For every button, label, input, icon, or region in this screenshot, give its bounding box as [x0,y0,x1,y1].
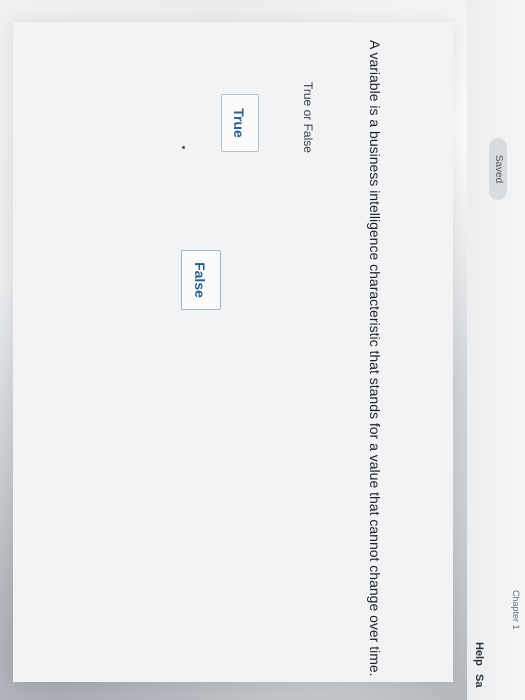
true-button[interactable]: True [221,94,259,152]
chapter-label: Chapter 1 [511,590,521,630]
question-type-label: True or False [301,82,315,153]
rotated-screen: Chapter 1 Saved Help Sa A variable is a … [0,0,525,700]
saved-status-badge: Saved [489,138,507,200]
save-link-partial[interactable]: Sa [473,674,485,687]
cursor-dot [182,146,185,149]
false-button[interactable]: False [181,250,221,310]
question-card: A variable is a business intelligence ch… [13,22,453,682]
question-prompt: A variable is a business intelligence ch… [367,40,383,677]
top-bar: Chapter 1 Saved Help Sa [467,0,525,700]
help-link[interactable]: Help [473,642,485,666]
